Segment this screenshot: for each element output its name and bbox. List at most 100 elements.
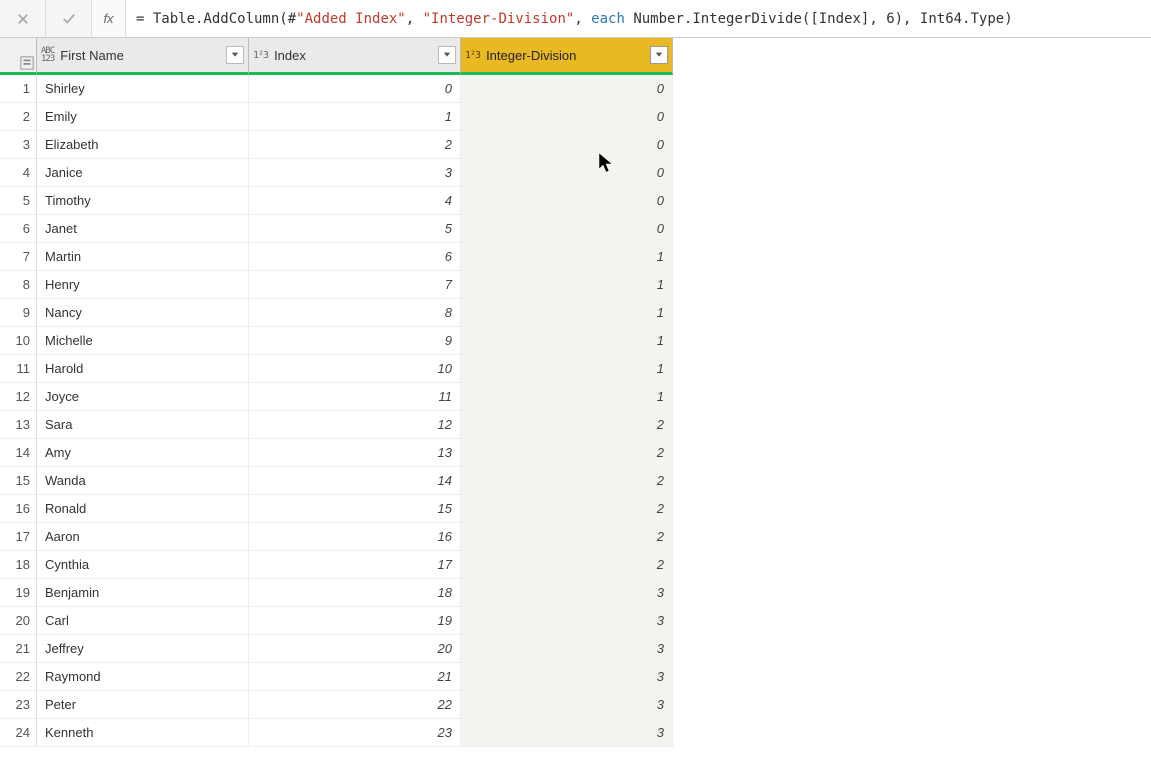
cell-integer-division[interactable]: 2 bbox=[461, 411, 673, 439]
cell-index[interactable]: 18 bbox=[249, 579, 461, 607]
row-number[interactable]: 22 bbox=[0, 663, 37, 691]
cell-first-name[interactable]: Shirley bbox=[37, 75, 249, 103]
filter-button[interactable] bbox=[438, 46, 456, 64]
row-number[interactable]: 8 bbox=[0, 271, 37, 299]
row-number[interactable]: 9 bbox=[0, 299, 37, 327]
column-header-index[interactable]: 1²3 Index bbox=[249, 38, 461, 75]
cell-index[interactable]: 19 bbox=[249, 607, 461, 635]
cell-index[interactable]: 21 bbox=[249, 663, 461, 691]
cell-first-name[interactable]: Sara bbox=[37, 411, 249, 439]
cell-integer-division[interactable]: 3 bbox=[461, 607, 673, 635]
formula-input[interactable]: = Table.AddColumn(#"Added Index", "Integ… bbox=[126, 0, 1151, 37]
cell-integer-division[interactable]: 1 bbox=[461, 383, 673, 411]
cell-integer-division[interactable]: 3 bbox=[461, 719, 673, 747]
cell-first-name[interactable]: Emily bbox=[37, 103, 249, 131]
cell-first-name[interactable]: Timothy bbox=[37, 187, 249, 215]
cell-index[interactable]: 10 bbox=[249, 355, 461, 383]
cell-first-name[interactable]: Benjamin bbox=[37, 579, 249, 607]
cell-integer-division[interactable]: 2 bbox=[461, 551, 673, 579]
row-number[interactable]: 19 bbox=[0, 579, 37, 607]
row-number[interactable]: 7 bbox=[0, 243, 37, 271]
cell-index[interactable]: 3 bbox=[249, 159, 461, 187]
cancel-formula-button[interactable] bbox=[0, 0, 46, 37]
cell-first-name[interactable]: Michelle bbox=[37, 327, 249, 355]
cell-first-name[interactable]: Wanda bbox=[37, 467, 249, 495]
row-number[interactable]: 12 bbox=[0, 383, 37, 411]
select-all-corner[interactable] bbox=[0, 38, 37, 75]
row-number[interactable]: 17 bbox=[0, 523, 37, 551]
cell-first-name[interactable]: Elizabeth bbox=[37, 131, 249, 159]
cell-first-name[interactable]: Ronald bbox=[37, 495, 249, 523]
cell-first-name[interactable]: Kenneth bbox=[37, 719, 249, 747]
row-number[interactable]: 2 bbox=[0, 103, 37, 131]
cell-integer-division[interactable]: 3 bbox=[461, 663, 673, 691]
cell-integer-division[interactable]: 2 bbox=[461, 467, 673, 495]
cell-integer-division[interactable]: 1 bbox=[461, 243, 673, 271]
row-number[interactable]: 11 bbox=[0, 355, 37, 383]
cell-integer-division[interactable]: 0 bbox=[461, 103, 673, 131]
row-number[interactable]: 3 bbox=[0, 131, 37, 159]
cell-integer-division[interactable]: 1 bbox=[461, 299, 673, 327]
cell-first-name[interactable]: Raymond bbox=[37, 663, 249, 691]
cell-integer-division[interactable]: 2 bbox=[461, 523, 673, 551]
cell-integer-division[interactable]: 1 bbox=[461, 355, 673, 383]
cell-integer-division[interactable]: 0 bbox=[461, 159, 673, 187]
cell-first-name[interactable]: Joyce bbox=[37, 383, 249, 411]
filter-button[interactable] bbox=[650, 46, 668, 64]
row-number[interactable]: 16 bbox=[0, 495, 37, 523]
cell-index[interactable]: 6 bbox=[249, 243, 461, 271]
cell-first-name[interactable]: Carl bbox=[37, 607, 249, 635]
cell-index[interactable]: 9 bbox=[249, 327, 461, 355]
cell-index[interactable]: 1 bbox=[249, 103, 461, 131]
confirm-formula-button[interactable] bbox=[46, 0, 92, 37]
cell-index[interactable]: 20 bbox=[249, 635, 461, 663]
row-number[interactable]: 14 bbox=[0, 439, 37, 467]
row-number[interactable]: 5 bbox=[0, 187, 37, 215]
cell-index[interactable]: 15 bbox=[249, 495, 461, 523]
cell-index[interactable]: 23 bbox=[249, 719, 461, 747]
cell-index[interactable]: 4 bbox=[249, 187, 461, 215]
cell-integer-division[interactable]: 1 bbox=[461, 327, 673, 355]
cell-integer-division[interactable]: 2 bbox=[461, 439, 673, 467]
cell-index[interactable]: 0 bbox=[249, 75, 461, 103]
cell-index[interactable]: 16 bbox=[249, 523, 461, 551]
cell-index[interactable]: 2 bbox=[249, 131, 461, 159]
column-header-first-name[interactable]: ABC123 First Name bbox=[37, 38, 249, 75]
cell-integer-division[interactable]: 0 bbox=[461, 75, 673, 103]
cell-integer-division[interactable]: 0 bbox=[461, 215, 673, 243]
cell-integer-division[interactable]: 1 bbox=[461, 271, 673, 299]
row-number[interactable]: 24 bbox=[0, 719, 37, 747]
cell-index[interactable]: 11 bbox=[249, 383, 461, 411]
cell-first-name[interactable]: Peter bbox=[37, 691, 249, 719]
row-number[interactable]: 4 bbox=[0, 159, 37, 187]
fx-icon[interactable]: fx bbox=[92, 0, 126, 37]
cell-integer-division[interactable]: 3 bbox=[461, 691, 673, 719]
cell-index[interactable]: 12 bbox=[249, 411, 461, 439]
cell-integer-division[interactable]: 0 bbox=[461, 131, 673, 159]
cell-first-name[interactable]: Janice bbox=[37, 159, 249, 187]
row-number[interactable]: 13 bbox=[0, 411, 37, 439]
cell-first-name[interactable]: Martin bbox=[37, 243, 249, 271]
column-header-integer-division[interactable]: 1²3 Integer-Division bbox=[461, 38, 673, 75]
row-number[interactable]: 20 bbox=[0, 607, 37, 635]
row-number[interactable]: 1 bbox=[0, 75, 37, 103]
row-number[interactable]: 6 bbox=[0, 215, 37, 243]
cell-first-name[interactable]: Janet bbox=[37, 215, 249, 243]
cell-integer-division[interactable]: 3 bbox=[461, 579, 673, 607]
cell-first-name[interactable]: Jeffrey bbox=[37, 635, 249, 663]
row-number[interactable]: 10 bbox=[0, 327, 37, 355]
cell-index[interactable]: 14 bbox=[249, 467, 461, 495]
cell-index[interactable]: 13 bbox=[249, 439, 461, 467]
row-number[interactable]: 21 bbox=[0, 635, 37, 663]
cell-integer-division[interactable]: 2 bbox=[461, 495, 673, 523]
cell-index[interactable]: 22 bbox=[249, 691, 461, 719]
cell-first-name[interactable]: Henry bbox=[37, 271, 249, 299]
cell-index[interactable]: 5 bbox=[249, 215, 461, 243]
cell-first-name[interactable]: Aaron bbox=[37, 523, 249, 551]
filter-button[interactable] bbox=[226, 46, 244, 64]
cell-first-name[interactable]: Cynthia bbox=[37, 551, 249, 579]
row-number[interactable]: 18 bbox=[0, 551, 37, 579]
cell-index[interactable]: 17 bbox=[249, 551, 461, 579]
cell-first-name[interactable]: Harold bbox=[37, 355, 249, 383]
cell-index[interactable]: 7 bbox=[249, 271, 461, 299]
